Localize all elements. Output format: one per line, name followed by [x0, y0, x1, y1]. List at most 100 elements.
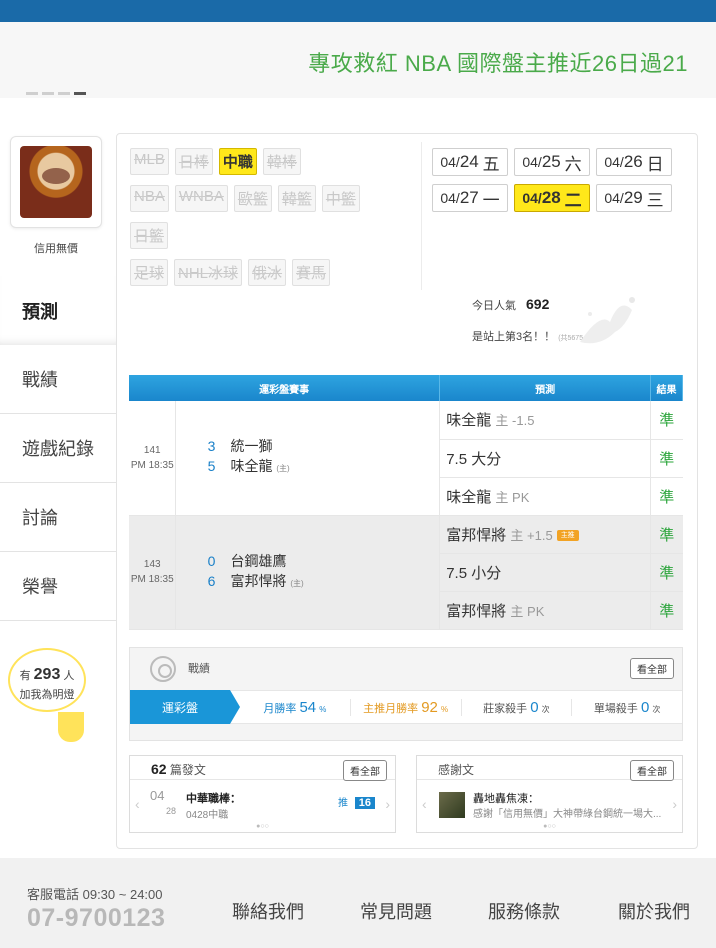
date-button[interactable]: 04/25 六	[514, 148, 590, 176]
league-tag[interactable]: 賽馬	[292, 259, 331, 286]
pred-team: 富邦悍將	[446, 526, 507, 544]
date-weekday: 二	[564, 190, 582, 210]
result-cell: 準	[650, 401, 683, 440]
chevron-right-icon[interactable]: ›	[672, 796, 677, 812]
stat-unit: 次	[652, 704, 661, 714]
follow-lightbulb[interactable]: 有 293 人 加我為明燈	[8, 648, 86, 712]
date-month: 04/	[522, 154, 542, 170]
featured-pick-badge: 主推	[556, 530, 579, 542]
thanks-view-all-button[interactable]: 看全部	[630, 760, 674, 781]
nav-item-record[interactable]: 戰績	[0, 345, 116, 414]
nav-item-predict[interactable]: 預測	[0, 276, 116, 345]
fans-unit: 人	[63, 670, 75, 682]
prediction-cell: 7.5 小分	[439, 553, 651, 592]
footer-link-contact[interactable]: 聯絡我們	[232, 898, 304, 924]
teams-cell: 0 台鋼雄鷹 6 富邦悍將 (主)	[175, 515, 441, 630]
footer-link-about[interactable]: 關於我們	[618, 898, 690, 924]
away-score: 3	[207, 438, 216, 455]
fans-count-line: 有 293 人	[10, 666, 84, 684]
stats-tab-lottery[interactable]: 運彩盤	[130, 690, 240, 724]
hotline-phone[interactable]: 07-9700123	[27, 904, 165, 933]
date-day: 26	[623, 152, 643, 171]
pager-dot[interactable]	[26, 92, 38, 95]
date-day: 24	[459, 152, 479, 171]
stats-view-all-button[interactable]: 看全部	[630, 658, 674, 679]
away-team[interactable]: 台鋼雄鷹	[230, 551, 286, 571]
nav-item-honors[interactable]: 榮譽	[0, 552, 116, 621]
nav-item-game-log[interactable]: 遊戲紀錄	[0, 414, 116, 483]
thanks-item[interactable]: ‹ 轟地轟焦凍： 感謝「信用無價」大神帶綠台鋼統一場大... › ●○○	[417, 780, 682, 830]
prediction-cell: 富邦悍將 主 +1.5 主推	[439, 515, 651, 554]
stats-panel: 戰績 看全部 運彩盤 月勝率 54 % 主推月勝率 92 % 莊家殺手 0 次 …	[129, 647, 683, 741]
table-row: 141 PM 18:35 3 統一獅 5 味全龍 (主) 味全龍 主 -1.5 準	[129, 401, 683, 516]
author-avatar[interactable]	[439, 792, 465, 818]
banner-text[interactable]: 專攻救紅 NBA 國際盤主推近26日過21	[308, 46, 688, 78]
target-icon	[150, 656, 176, 682]
game-time: PM 18:35	[130, 459, 174, 471]
home-score: 5	[207, 458, 216, 475]
date-button[interactable]: 04/24 五	[432, 148, 508, 176]
chevron-right-icon[interactable]: ›	[385, 796, 390, 812]
prediction-cell: 7.5 大分	[439, 439, 651, 478]
league-tag[interactable]: NHL冰球	[174, 259, 243, 286]
date-day: 25	[541, 152, 561, 171]
pred-team: 7.5 大分	[446, 450, 502, 468]
home-team[interactable]: 味全龍	[230, 458, 272, 474]
home-team[interactable]: 富邦悍將	[230, 573, 286, 589]
date-weekday: 三	[646, 190, 664, 210]
pred-team: 7.5 小分	[446, 564, 502, 582]
chevron-left-icon[interactable]: ‹	[135, 796, 140, 812]
date-button[interactable]: 04/26 日	[596, 148, 672, 176]
nav-item-discussion[interactable]: 討論	[0, 483, 116, 552]
stats-title: 戰績	[188, 663, 210, 675]
league-tag[interactable]: 日棒	[174, 148, 213, 175]
league-tag[interactable]: 中籃	[321, 185, 360, 212]
pager-dot[interactable]	[58, 92, 70, 95]
date-button-selected[interactable]: 04/28 二	[514, 184, 590, 212]
league-tag[interactable]: 俄冰	[248, 259, 287, 286]
away-team[interactable]: 統一獅	[230, 436, 272, 456]
stat-bookie-killer: 莊家殺手 0 次	[462, 698, 573, 716]
avatar-frame[interactable]	[10, 136, 102, 228]
date-button[interactable]: 04/29 三	[596, 184, 672, 212]
stat-label: 單場殺手	[593, 702, 638, 715]
hotline-hours: 客服電話 09:30 ~ 24:00	[27, 887, 163, 902]
league-tag[interactable]: MLB	[130, 148, 169, 175]
league-tag[interactable]: 日籃	[130, 222, 169, 249]
date-month: 04/	[522, 190, 542, 206]
posts-view-all-button[interactable]: 看全部	[343, 760, 387, 781]
league-tag[interactable]: 足球	[130, 259, 169, 286]
result-cell: 準	[650, 591, 683, 630]
pred-team: 味全龍	[446, 488, 492, 506]
result-cell: 準	[650, 515, 683, 554]
avatar[interactable]	[20, 146, 92, 218]
footer-link-terms[interactable]: 服務條款	[488, 898, 560, 924]
date-weekday: 日	[646, 154, 664, 174]
banner-pager	[26, 92, 86, 95]
chevron-left-icon[interactable]: ‹	[422, 796, 427, 812]
league-tag[interactable]: NBA	[130, 185, 169, 212]
post-item[interactable]: ‹ 04 28 中華職棒： 0428中職 推 16 › ●○○	[130, 780, 395, 830]
footer-link-faq[interactable]: 常見問題	[360, 898, 432, 924]
pred-detail: 主 +1.5	[510, 527, 553, 543]
league-tag-selected[interactable]: 中職	[218, 148, 257, 175]
decor-splash-icon	[580, 297, 635, 344]
league-tag[interactable]: 韓籃	[277, 185, 316, 212]
thanks-excerpt: 感謝「信用無價」大神帶綠台鋼統一場大...	[473, 809, 662, 820]
pager-dot[interactable]	[42, 92, 54, 95]
league-tag[interactable]: 韓棒	[262, 148, 301, 175]
pager-dot-active[interactable]	[74, 92, 86, 95]
header-pred: 預測	[439, 375, 651, 401]
thanks-title: 感謝文	[438, 763, 475, 777]
posts-card: 62 篇發文 看全部 ‹ 04 28 中華職棒： 0428中職 推 16 › ●…	[129, 755, 396, 833]
stat-value: 54	[299, 698, 317, 716]
stat-monthly-win: 月勝率 54 %	[230, 698, 351, 716]
date-button[interactable]: 04/27 一	[432, 184, 508, 212]
stat-value: 0	[640, 698, 650, 716]
league-tag[interactable]: WNBA	[174, 185, 228, 212]
nav-label: 討論	[22, 508, 58, 528]
posts-count: 62	[151, 761, 167, 777]
league-tag[interactable]: 歐籃	[233, 185, 272, 212]
stat-single-killer: 單場殺手 0 次	[572, 699, 682, 716]
teams-cell: 3 統一獅 5 味全龍 (主)	[175, 401, 441, 516]
